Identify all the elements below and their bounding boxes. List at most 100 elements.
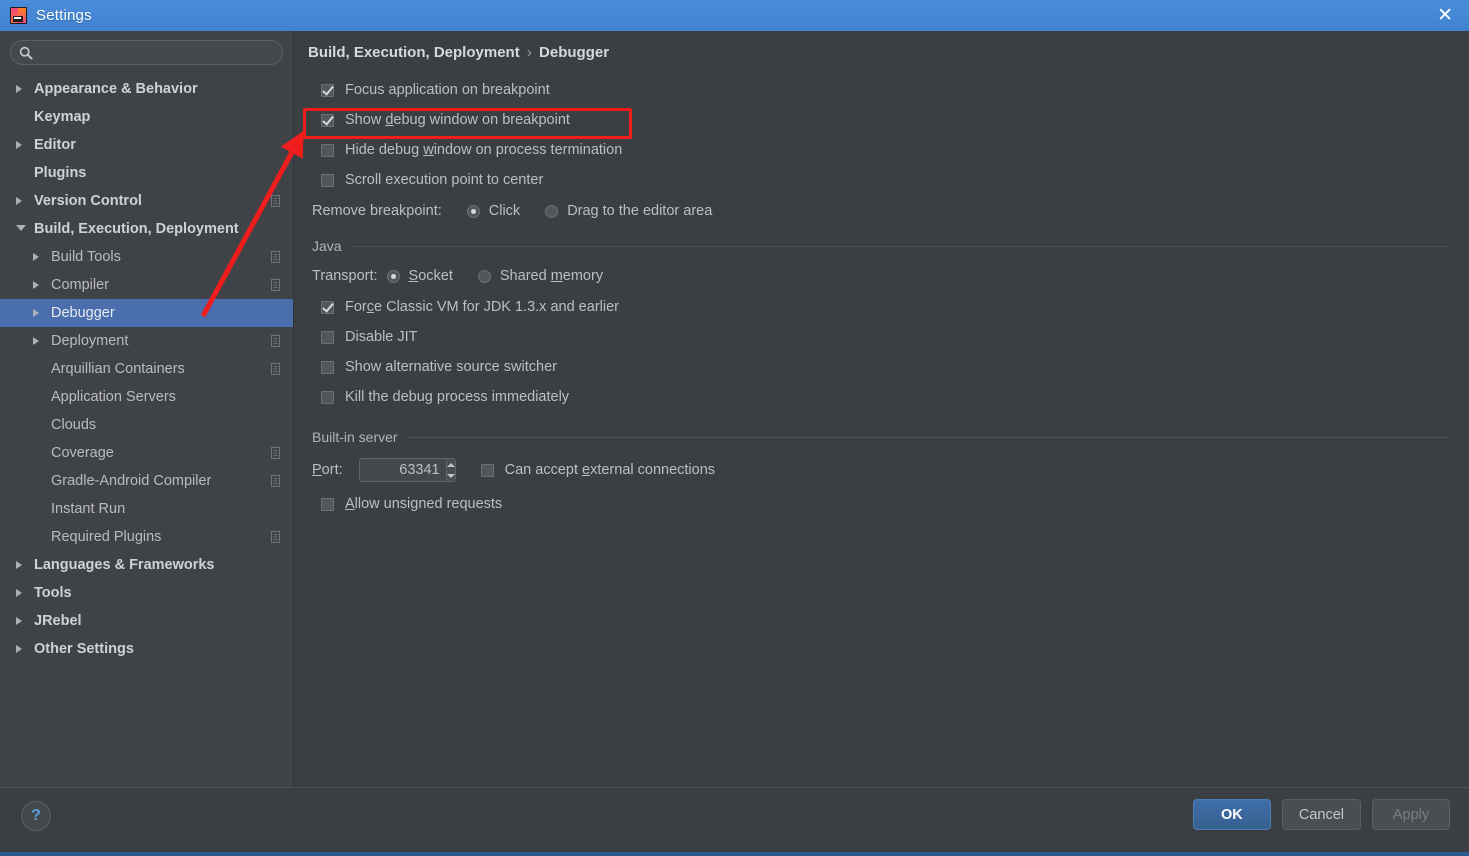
chevron-down-icon[interactable] — [16, 225, 26, 231]
spinner-up-icon[interactable] — [447, 459, 455, 470]
sidebar-item-label: Other Settings — [34, 641, 134, 657]
checkbox-kill-the-debug-process-immediately[interactable] — [321, 391, 334, 404]
sidebar-item-label: Gradle-Android Compiler — [51, 473, 211, 489]
sidebar-item-instant-run[interactable]: Instant Run — [0, 495, 293, 523]
sidebar-item-keymap[interactable]: Keymap — [0, 103, 293, 131]
sidebar-item-editor[interactable]: Editor — [0, 131, 293, 159]
option-row-disable-jit: Disable JIT — [308, 322, 1453, 352]
transport-label: Transport: — [312, 268, 378, 284]
sidebar-item-label: Build Tools — [51, 249, 121, 265]
search-input[interactable] — [39, 45, 274, 60]
search-icon — [19, 46, 33, 60]
sidebar-item-arquillian-containers[interactable]: Arquillian Containers — [0, 355, 293, 383]
sidebar-item-version-control[interactable]: Version Control — [0, 187, 293, 215]
checkbox-label-show-debug-window-on-breakpoint: Show debug window on breakpoint — [345, 112, 570, 128]
port-spinner[interactable] — [359, 458, 456, 482]
sidebar-item-coverage[interactable]: Coverage — [0, 439, 293, 467]
sidebar-item-plugins[interactable]: Plugins — [0, 159, 293, 187]
sidebar-item-build-execution-deployment[interactable]: Build, Execution, Deployment — [0, 215, 293, 243]
checkbox-label-show-alternative-source-switcher: Show alternative source switcher — [345, 359, 557, 375]
checkbox-allow-unsigned-requests[interactable] — [321, 498, 334, 511]
sidebar-item-languages-frameworks[interactable]: Languages & Frameworks — [0, 551, 293, 579]
sidebar-item-required-plugins[interactable]: Required Plugins — [0, 523, 293, 551]
chevron-right-icon[interactable] — [33, 309, 39, 317]
chevron-right-icon[interactable] — [33, 337, 39, 345]
chevron-right-icon[interactable] — [16, 141, 22, 149]
sidebar-item-clouds[interactable]: Clouds — [0, 411, 293, 439]
radio-transport-shared-memory[interactable] — [478, 270, 491, 283]
sidebar-item-label: Required Plugins — [51, 529, 161, 545]
sidebar-item-compiler[interactable]: Compiler — [0, 271, 293, 299]
option-row-show-alternative-source-switcher: Show alternative source switcher — [308, 352, 1453, 382]
checkbox-label-can-accept-external-connections: Can accept external connections — [505, 462, 715, 478]
chevron-right-icon[interactable] — [16, 617, 22, 625]
transport-row: Transport: Socket Shared memory — [308, 260, 1453, 292]
radio-label-click: Click — [489, 203, 520, 219]
sidebar-item-appearance-behavior[interactable]: Appearance & Behavior — [0, 75, 293, 103]
settings-detail-panel: Build, Execution, Deployment › Debugger … — [295, 31, 1469, 787]
chevron-right-icon[interactable] — [16, 645, 22, 653]
sidebar-item-build-tools[interactable]: Build Tools — [0, 243, 293, 271]
radio-remove-breakpoint-drag[interactable] — [545, 205, 558, 218]
sidebar-item-label: Clouds — [51, 417, 96, 433]
builtin-server-caption: Built-in server — [312, 429, 406, 445]
checkbox-can-accept-external-connections[interactable] — [481, 464, 494, 477]
radio-label-shared-memory: Shared memory — [500, 268, 603, 284]
checkbox-hide-debug-window-on-process-termination[interactable] — [321, 144, 334, 157]
chevron-right-icon[interactable] — [33, 281, 39, 289]
chevron-right-icon[interactable] — [16, 85, 22, 93]
cancel-button[interactable]: Cancel — [1282, 799, 1361, 830]
sidebar-item-application-servers[interactable]: Application Servers — [0, 383, 293, 411]
chevron-right-icon[interactable] — [33, 253, 39, 261]
project-scope-icon — [270, 530, 283, 544]
ok-button[interactable]: OK — [1193, 799, 1271, 830]
port-input[interactable] — [360, 459, 446, 481]
sidebar-item-tools[interactable]: Tools — [0, 579, 293, 607]
chevron-right-icon[interactable] — [16, 589, 22, 597]
sidebar-item-deployment[interactable]: Deployment — [0, 327, 293, 355]
project-scope-icon — [270, 334, 283, 348]
option-row-force-classic-vm-for-jdk-1-3-x-and-earlier: Force Classic VM for JDK 1.3.x and earli… — [308, 292, 1453, 322]
checkbox-force-classic-vm-for-jdk-1-3-x-and-earlier[interactable] — [321, 301, 334, 314]
sidebar-item-label: Deployment — [51, 333, 128, 349]
spinner-down-icon[interactable] — [447, 470, 455, 481]
spinner-buttons[interactable] — [446, 459, 455, 481]
sidebar-item-other-settings[interactable]: Other Settings — [0, 635, 293, 663]
project-scope-icon — [270, 362, 283, 376]
checkbox-show-alternative-source-switcher[interactable] — [321, 361, 334, 374]
close-icon[interactable]: ✕ — [1429, 4, 1461, 27]
group-divider — [406, 437, 1449, 438]
checkbox-show-debug-window-on-breakpoint[interactable] — [321, 114, 334, 127]
sidebar-item-label: Keymap — [34, 109, 90, 125]
option-row-hide-debug-window-on-process-termination: Hide debug window on process termination — [308, 135, 1453, 165]
chevron-right-icon[interactable] — [16, 197, 22, 205]
chevron-right-icon[interactable] — [16, 561, 22, 569]
sidebar-item-label: Languages & Frameworks — [34, 557, 215, 573]
checkbox-label-kill-the-debug-process-immediately: Kill the debug process immediately — [345, 389, 569, 405]
checkbox-disable-jit[interactable] — [321, 331, 334, 344]
sidebar-item-label: Plugins — [34, 165, 86, 181]
apply-button[interactable]: Apply — [1372, 799, 1450, 830]
checkbox-label-disable-jit: Disable JIT — [345, 329, 418, 345]
checkbox-label-hide-debug-window-on-process-termination: Hide debug window on process termination — [345, 142, 622, 158]
settings-dialog: Settings ✕ Appearance & Behavior Keymap Ed… — [0, 0, 1469, 856]
radio-transport-socket[interactable] — [387, 270, 400, 283]
checkbox-focus-application-on-breakpoint[interactable] — [321, 84, 334, 97]
help-button[interactable]: ? — [21, 801, 51, 831]
sidebar-item-debugger[interactable]: Debugger — [0, 299, 293, 327]
breadcrumb-separator-icon: › — [524, 44, 535, 61]
checkbox-label-focus-application-on-breakpoint: Focus application on breakpoint — [345, 82, 550, 98]
breadcrumb-leaf: Debugger — [539, 44, 609, 61]
window-title: Settings — [36, 7, 92, 24]
checkbox-scroll-execution-point-to-center[interactable] — [321, 174, 334, 187]
allow-unsigned-row: Allow unsigned requests — [308, 489, 1453, 519]
project-scope-icon — [270, 278, 283, 292]
search-box[interactable] — [10, 40, 283, 65]
sidebar-item-label: JRebel — [34, 613, 82, 629]
port-label: Port: — [312, 462, 343, 478]
sidebar-item-jrebel[interactable]: JRebel — [0, 607, 293, 635]
radio-remove-breakpoint-click[interactable] — [467, 205, 480, 218]
project-scope-icon — [270, 250, 283, 264]
sidebar-item-gradle-android-compiler[interactable]: Gradle-Android Compiler — [0, 467, 293, 495]
option-row-show-debug-window-on-breakpoint: Show debug window on breakpoint — [308, 105, 1453, 135]
